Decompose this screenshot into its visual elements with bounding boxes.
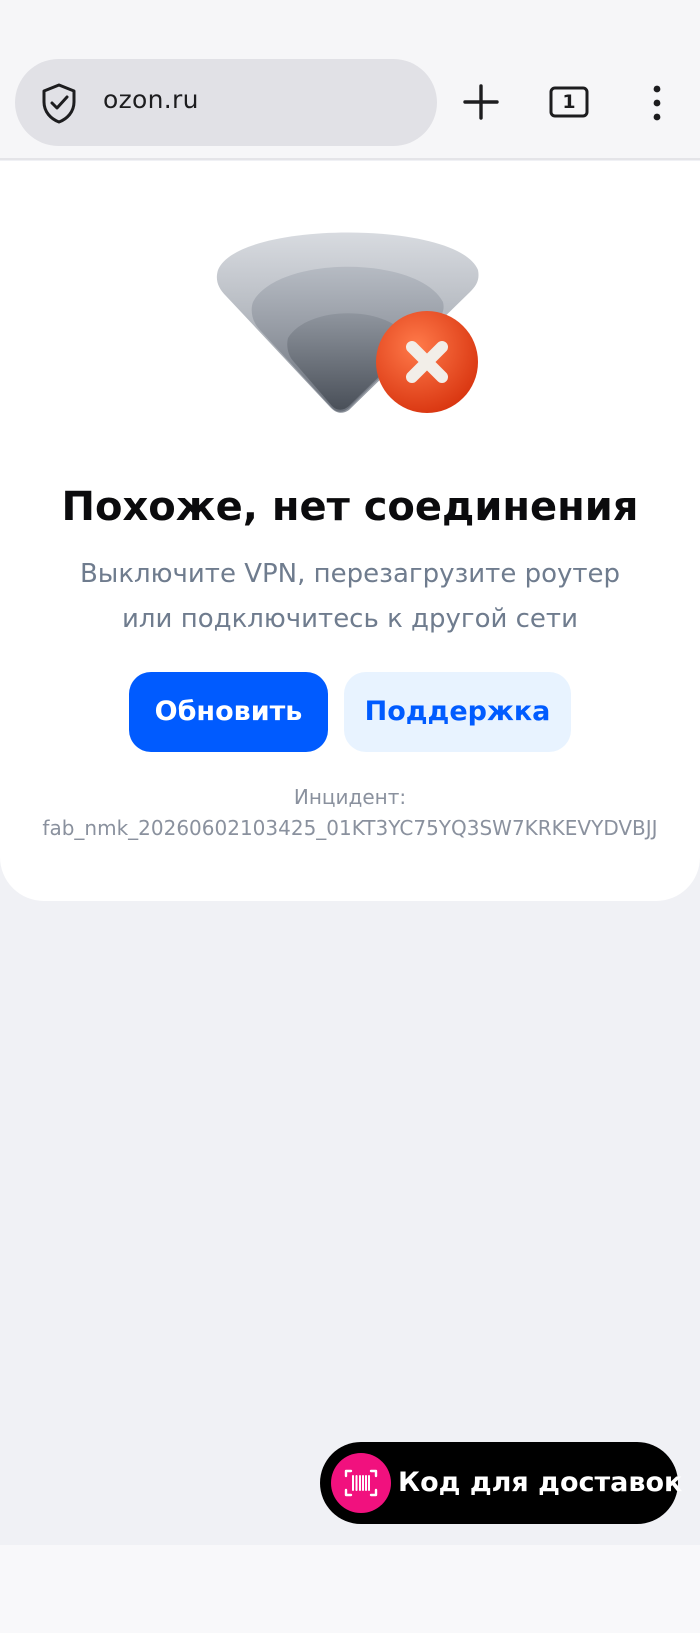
error-description-line-2: или подключитесь к другой сети	[122, 604, 578, 634]
new-tab-plus-icon[interactable]	[462, 83, 500, 121]
error-description: Выключите VPN, перезагрузите роутер или …	[0, 552, 700, 642]
address-url[interactable]: ozon.ru	[103, 85, 199, 114]
wifi-error-icon	[216, 232, 479, 413]
address-bar[interactable]	[15, 59, 437, 146]
delivery-code-button[interactable]: Код для доставок	[320, 1442, 682, 1524]
incident-label: Инцидент:	[293, 785, 407, 809]
more-vert-icon[interactable]	[648, 84, 666, 122]
barcode-badge	[331, 1453, 391, 1513]
tabs-count[interactable]: 1	[549, 86, 589, 118]
shield-check-icon[interactable]	[40, 82, 78, 124]
error-title: Похоже, нет соединения	[61, 484, 639, 530]
error-description-line-1: Выключите VPN, перезагрузите роутер	[79, 559, 621, 589]
delivery-code-label[interactable]: Код для доставок	[398, 1442, 682, 1524]
incident-id: fab_nmk_20260602103425_01KT3YC75YQ3SW7KR…	[42, 816, 658, 840]
system-navigation-bar	[0, 1545, 700, 1633]
barcode-scan-icon	[344, 1469, 378, 1497]
refresh-button[interactable]: Обновить	[129, 672, 328, 752]
support-button[interactable]: Поддержка	[344, 672, 571, 752]
browser-toolbar: ozon.ru 1	[0, 0, 700, 160]
